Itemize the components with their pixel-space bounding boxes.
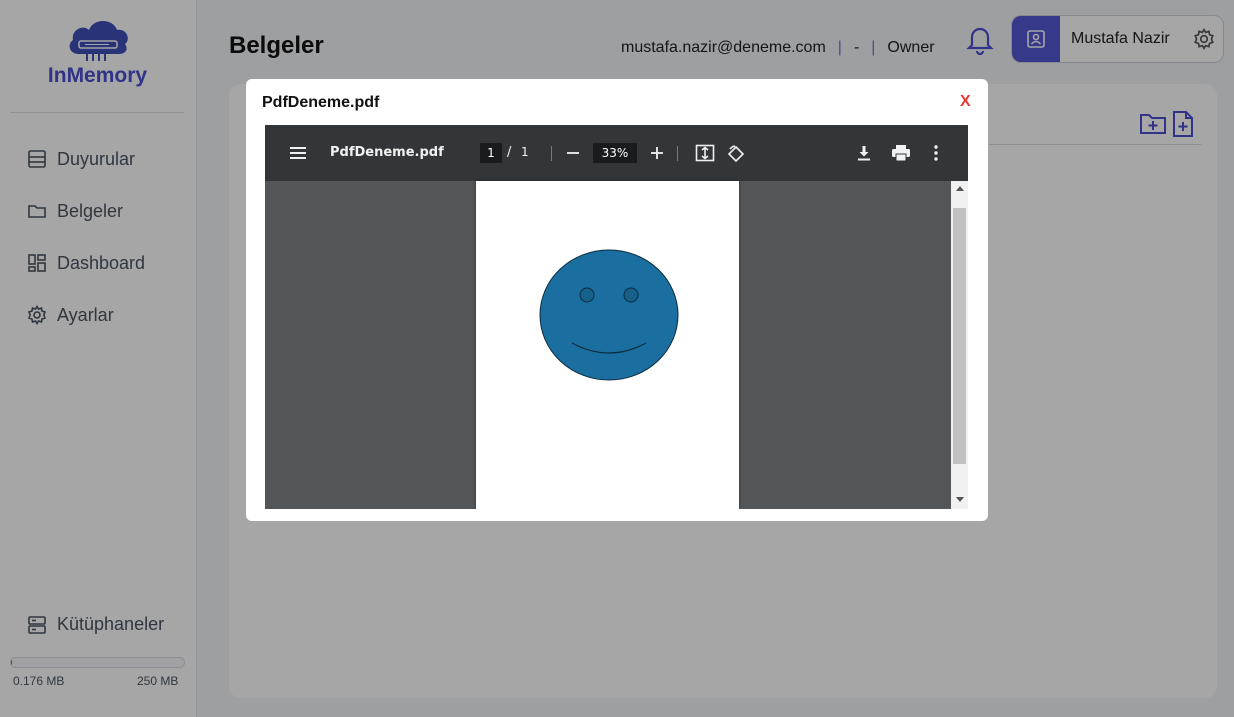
rotate-icon <box>727 145 745 163</box>
page-separator: / <box>507 145 512 160</box>
modal-title: PdfDeneme.pdf <box>262 94 380 111</box>
minus-icon <box>567 152 579 154</box>
toolbar-divider <box>551 146 552 161</box>
print-button[interactable] <box>891 144 911 166</box>
vertical-scrollbar[interactable] <box>951 181 968 509</box>
toolbar-divider <box>677 146 678 161</box>
pdf-viewer: PdfDeneme.pdf 1 / 1 33% <box>265 125 968 509</box>
smiley-face-image <box>539 249 679 381</box>
pdf-preview-modal: PdfDeneme.pdf X PdfDeneme.pdf 1 / 1 33% <box>246 79 988 521</box>
printer-icon <box>892 145 910 162</box>
fit-to-page-icon <box>695 144 715 162</box>
page-number-input[interactable]: 1 <box>480 143 502 163</box>
fit-page-button[interactable] <box>695 144 715 166</box>
total-pages: 1 <box>521 145 529 159</box>
more-actions-button[interactable] <box>930 144 942 166</box>
rotate-button[interactable] <box>726 144 746 168</box>
pdf-file-name: PdfDeneme.pdf <box>330 145 444 160</box>
close-button[interactable]: X <box>960 93 971 111</box>
download-button[interactable] <box>855 144 873 166</box>
download-icon <box>858 146 870 161</box>
zoom-in-button[interactable] <box>649 145 665 165</box>
zoom-level-input[interactable]: 33% <box>593 143 637 163</box>
scroll-up-arrow[interactable] <box>956 186 964 191</box>
menu-button[interactable] <box>289 145 307 165</box>
scrollbar-thumb[interactable] <box>953 208 966 464</box>
more-vertical-icon <box>934 145 938 161</box>
scroll-down-arrow[interactable] <box>956 497 964 502</box>
zoom-out-button[interactable] <box>565 145 581 165</box>
pdf-toolbar: PdfDeneme.pdf 1 / 1 33% <box>265 125 968 181</box>
pdf-page <box>476 181 739 509</box>
hamburger-icon <box>290 147 306 159</box>
plus-icon <box>651 147 663 159</box>
